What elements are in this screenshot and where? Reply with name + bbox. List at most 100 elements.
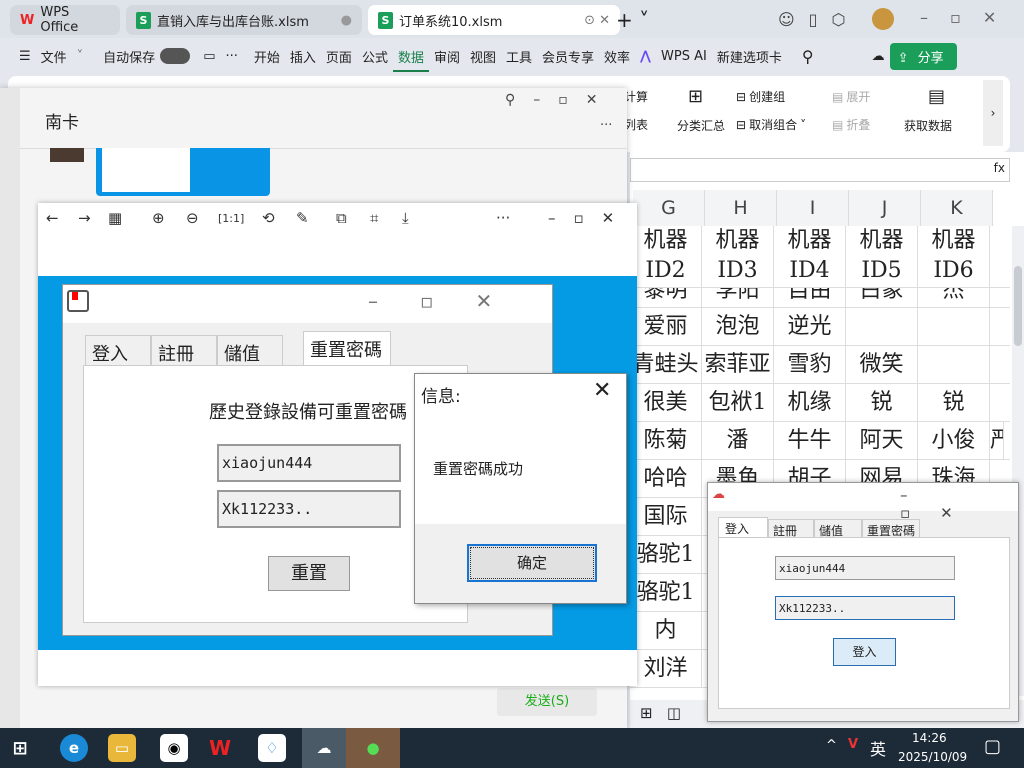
header-cell[interactable]: 机器 ID4 (774, 226, 846, 287)
table-cell[interactable]: 包袱1 (702, 384, 774, 421)
collapse-button[interactable]: ▤ 折叠 (832, 116, 870, 133)
table-cell[interactable]: 白象 (846, 288, 918, 307)
ribbon-scroll-right[interactable]: › (983, 80, 1003, 146)
table-cell[interactable]: 骆驼1 (630, 536, 702, 573)
ime-indicator[interactable]: 英 (870, 736, 886, 760)
username-input[interactable]: xiaojun444 (775, 556, 955, 580)
list-button[interactable]: 列表 (624, 116, 648, 133)
menu-data[interactable]: 数据 (392, 47, 429, 72)
cloud-icon[interactable]: ☁ (867, 49, 890, 64)
save-icon[interactable]: ▭ (198, 49, 220, 64)
menu-wps-ai[interactable]: WPS AI (656, 49, 712, 64)
cloud-client-icon[interactable]: ☁ (302, 728, 346, 768)
table-cell[interactable]: 刘洋 (630, 650, 702, 687)
formula-bar[interactable]: fx (630, 158, 1010, 182)
table-cell[interactable]: 微笑 (846, 346, 918, 383)
menu-tools[interactable]: 工具 (501, 47, 537, 66)
new-tab-icon[interactable]: + ˅ (616, 8, 649, 32)
rotate-icon[interactable]: ⟲ (262, 209, 275, 227)
column-header-h[interactable]: H (705, 190, 777, 226)
column-header-k[interactable]: K (921, 190, 993, 226)
table-cell[interactable]: 爱丽 (630, 308, 702, 345)
table-cell[interactable]: 锐 (918, 384, 990, 421)
file-explorer-icon[interactable]: ▭ (108, 734, 136, 762)
edge-icon[interactable]: e (60, 734, 88, 762)
table-cell[interactable] (846, 308, 918, 345)
table-cell[interactable]: 机缘 (774, 384, 846, 421)
close-icon[interactable]: ⊙ ✕ (584, 13, 610, 28)
grid-icon[interactable]: ▦ (108, 209, 122, 227)
menu-new-tab[interactable]: 新建选项卡 (712, 47, 787, 66)
menu-view[interactable]: 视图 (465, 47, 501, 66)
download-icon[interactable]: ⤓ (402, 209, 409, 227)
menu-efficiency[interactable]: 效率 (599, 47, 635, 66)
clock-time[interactable]: 14:26 (912, 731, 947, 745)
fx-icon[interactable]: fx (994, 161, 1005, 175)
table-cell[interactable]: 骆驼1 (630, 574, 702, 611)
actual-size-icon[interactable]: [1:1] (218, 212, 244, 225)
password-input[interactable]: Xk112233.. (775, 596, 955, 620)
tab-wps-office[interactable]: W WPS Office (10, 5, 120, 35)
qq-icon[interactable]: ◉ (160, 734, 188, 762)
menu-review[interactable]: 审阅 (429, 47, 465, 66)
header-cell[interactable]: 机器 ID3 (702, 226, 774, 287)
avatar[interactable] (50, 148, 84, 162)
column-header-j[interactable]: J (849, 190, 921, 226)
table-cell[interactable]: 黎明 (630, 288, 702, 307)
wps-icon[interactable]: W (206, 734, 234, 762)
menu-member[interactable]: 会员专享 (537, 47, 599, 66)
menu-page[interactable]: 页面 (321, 47, 357, 66)
table-cell[interactable]: 李阳 (702, 288, 774, 307)
tray-expand-icon[interactable]: ^ (826, 738, 837, 753)
tab-login[interactable]: 登入 (718, 517, 768, 539)
tab-reset-password[interactable]: 重置密碼 (303, 331, 391, 365)
more-icon[interactable]: ··· (600, 118, 612, 133)
tab-inventory-file[interactable]: S 直销入库与出库台账.xlsm ● (126, 5, 362, 35)
viewer-window-controls[interactable]: –▫✕ (548, 209, 632, 227)
ocr-icon[interactable]: ⌗ (370, 209, 378, 227)
back-icon[interactable]: ← (46, 209, 59, 227)
subtotal-button[interactable]: 分类汇总 (677, 117, 725, 134)
more-icon[interactable]: ··· (220, 49, 242, 64)
normal-view-icon[interactable]: ⊞ (640, 704, 653, 722)
table-cell[interactable] (918, 346, 990, 383)
send-button[interactable]: 发送(S) (497, 688, 597, 716)
header-cell[interactable]: 机器 ID6 (918, 226, 990, 287)
start-icon[interactable]: ⊞ (6, 734, 34, 762)
close-icon[interactable]: ✕ (593, 378, 611, 403)
search-icon[interactable]: ⚲ (797, 47, 819, 66)
password-input[interactable]: Xk112233.. (217, 490, 401, 528)
menu-icon[interactable]: ☰ (14, 49, 36, 64)
more-icon[interactable]: ··· (496, 209, 510, 227)
calc-button[interactable]: 计算 (624, 88, 648, 105)
page-view-icon[interactable]: ◫ (667, 704, 681, 722)
image-message-thumbnail[interactable] (96, 148, 270, 196)
window-controls[interactable]: –▫✕ (920, 8, 1018, 27)
table-cell[interactable]: 潘 (702, 422, 774, 459)
table-cell[interactable]: 小俊 (918, 422, 990, 459)
table-cell[interactable]: 杰 (918, 288, 990, 307)
column-header-g[interactable]: G (633, 190, 705, 226)
table-cell[interactable]: 牛牛 (774, 422, 846, 459)
table-cell[interactable]: 青蛙头 (630, 346, 702, 383)
wechat-icon[interactable]: ● (346, 728, 400, 768)
column-header-i[interactable]: I (777, 190, 849, 226)
table-cell[interactable]: 泡泡 (702, 308, 774, 345)
login-button[interactable]: 登入 (833, 638, 896, 666)
table-cell[interactable]: 雪豹 (774, 346, 846, 383)
menu-insert[interactable]: 插入 (285, 47, 321, 66)
table-cell[interactable]: 锐 (846, 384, 918, 421)
table-cell[interactable]: 内 (630, 612, 702, 649)
chat-window-controls[interactable]: ⚲–▫✕ (505, 92, 615, 108)
autosave-toggle[interactable] (160, 48, 191, 64)
menu-start[interactable]: 开始 (249, 47, 285, 66)
table-cell[interactable]: 逆光 (774, 308, 846, 345)
zoom-out-icon[interactable]: ⊖ (186, 209, 199, 227)
table-cell[interactable] (918, 308, 990, 345)
table-cell[interactable]: 索菲亚 (702, 346, 774, 383)
header-cell[interactable]: 机器 ID2 (630, 226, 702, 287)
clock-date[interactable]: 2025/10/09 (898, 750, 967, 764)
forward-icon[interactable]: → (78, 209, 91, 227)
table-cell[interactable]: 陈菊 (630, 422, 702, 459)
get-data-button[interactable]: 获取数据 (904, 117, 952, 134)
